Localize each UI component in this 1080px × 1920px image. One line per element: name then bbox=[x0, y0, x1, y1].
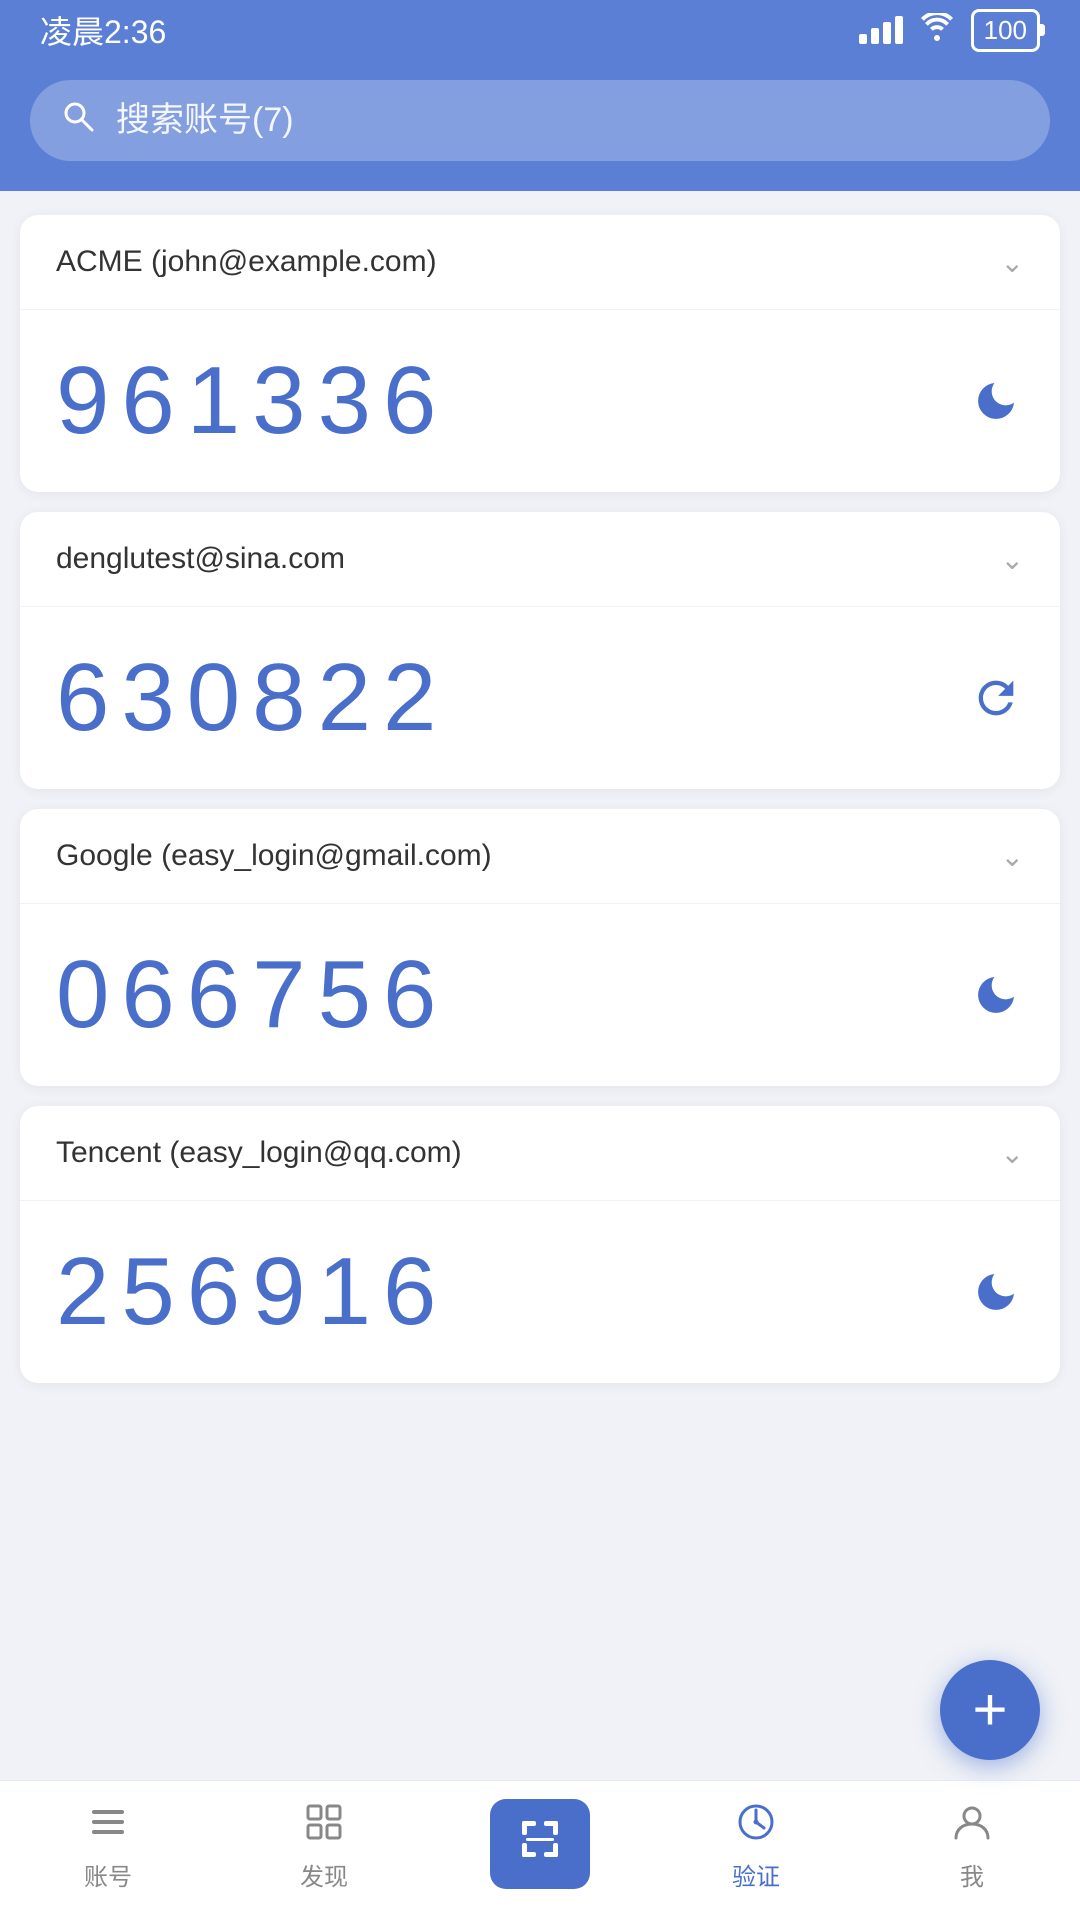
nav-label-account: 账号 bbox=[84, 1857, 132, 1892]
totp-row-tencent: 256916 bbox=[20, 1201, 1060, 1383]
chevron-down-icon: ⌄ bbox=[1001, 1137, 1024, 1170]
moon-icon bbox=[968, 967, 1024, 1023]
totp-row-acme: 961336 bbox=[20, 310, 1060, 492]
account-name-google: Google (easy_login@gmail.com) bbox=[56, 839, 492, 873]
account-header-acme[interactable]: ACME (john@example.com) ⌄ bbox=[20, 215, 1060, 310]
search-bar-container bbox=[0, 60, 1080, 191]
account-name-sina: denglutest@sina.com bbox=[56, 542, 345, 576]
main-content: ACME (john@example.com) ⌄ 961336 denglut… bbox=[0, 191, 1080, 1780]
wifi-icon bbox=[921, 13, 953, 48]
bottom-nav: 账号 发现 bbox=[0, 1780, 1080, 1920]
nav-item-account[interactable]: 账号 bbox=[0, 1800, 216, 1892]
account-header-tencent[interactable]: Tencent (easy_login@qq.com) ⌄ bbox=[20, 1106, 1060, 1201]
status-icons: 100 bbox=[859, 9, 1040, 52]
moon-icon bbox=[968, 373, 1024, 429]
refresh-icon[interactable] bbox=[968, 670, 1024, 726]
battery-icon: 100 bbox=[971, 9, 1040, 52]
status-time: 凌晨2:36 bbox=[40, 7, 166, 53]
account-card-tencent: Tencent (easy_login@qq.com) ⌄ 256916 bbox=[20, 1106, 1060, 1383]
totp-code-sina: 630822 bbox=[56, 643, 448, 753]
moon-icon bbox=[968, 1264, 1024, 1320]
account-card-acme: ACME (john@example.com) ⌄ 961336 bbox=[20, 215, 1060, 492]
totp-code-tencent: 256916 bbox=[56, 1237, 448, 1347]
totp-code-google: 066756 bbox=[56, 940, 448, 1050]
nav-item-discover[interactable]: 发现 bbox=[216, 1800, 432, 1892]
nav-label-me: 我 bbox=[960, 1857, 984, 1892]
scan-icon bbox=[518, 1817, 562, 1871]
account-card-google: Google (easy_login@gmail.com) ⌄ 066756 bbox=[20, 809, 1060, 1086]
account-header-sina[interactable]: denglutest@sina.com ⌄ bbox=[20, 512, 1060, 607]
chevron-down-icon: ⌄ bbox=[1001, 246, 1024, 279]
signal-icon bbox=[859, 16, 903, 44]
totp-row-google: 066756 bbox=[20, 904, 1060, 1086]
account-name-acme: ACME (john@example.com) bbox=[56, 245, 437, 279]
account-header-google[interactable]: Google (easy_login@gmail.com) ⌄ bbox=[20, 809, 1060, 904]
chevron-down-icon: ⌄ bbox=[1001, 543, 1024, 576]
me-icon bbox=[950, 1800, 994, 1849]
account-name-tencent: Tencent (easy_login@qq.com) bbox=[56, 1136, 462, 1170]
verify-icon bbox=[734, 1800, 778, 1849]
nav-label-discover: 发现 bbox=[300, 1857, 348, 1892]
totp-row-sina: 630822 bbox=[20, 607, 1060, 789]
chevron-down-icon: ⌄ bbox=[1001, 840, 1024, 873]
discover-icon bbox=[302, 1800, 346, 1849]
account-list-icon bbox=[86, 1800, 130, 1849]
add-account-button[interactable]: + bbox=[940, 1660, 1040, 1760]
nav-item-scan[interactable] bbox=[432, 1799, 648, 1893]
scan-icon-wrap bbox=[490, 1799, 590, 1889]
account-card-sina: denglutest@sina.com ⌄ 630822 bbox=[20, 512, 1060, 789]
nav-label-verify: 验证 bbox=[732, 1857, 780, 1892]
nav-item-me[interactable]: 我 bbox=[864, 1800, 1080, 1892]
search-input[interactable] bbox=[116, 101, 1020, 140]
status-bar: 凌晨2:36 100 bbox=[0, 0, 1080, 60]
nav-item-verify[interactable]: 验证 bbox=[648, 1800, 864, 1892]
totp-code-acme: 961336 bbox=[56, 346, 448, 456]
search-icon bbox=[60, 98, 96, 143]
search-bar[interactable] bbox=[30, 80, 1050, 161]
